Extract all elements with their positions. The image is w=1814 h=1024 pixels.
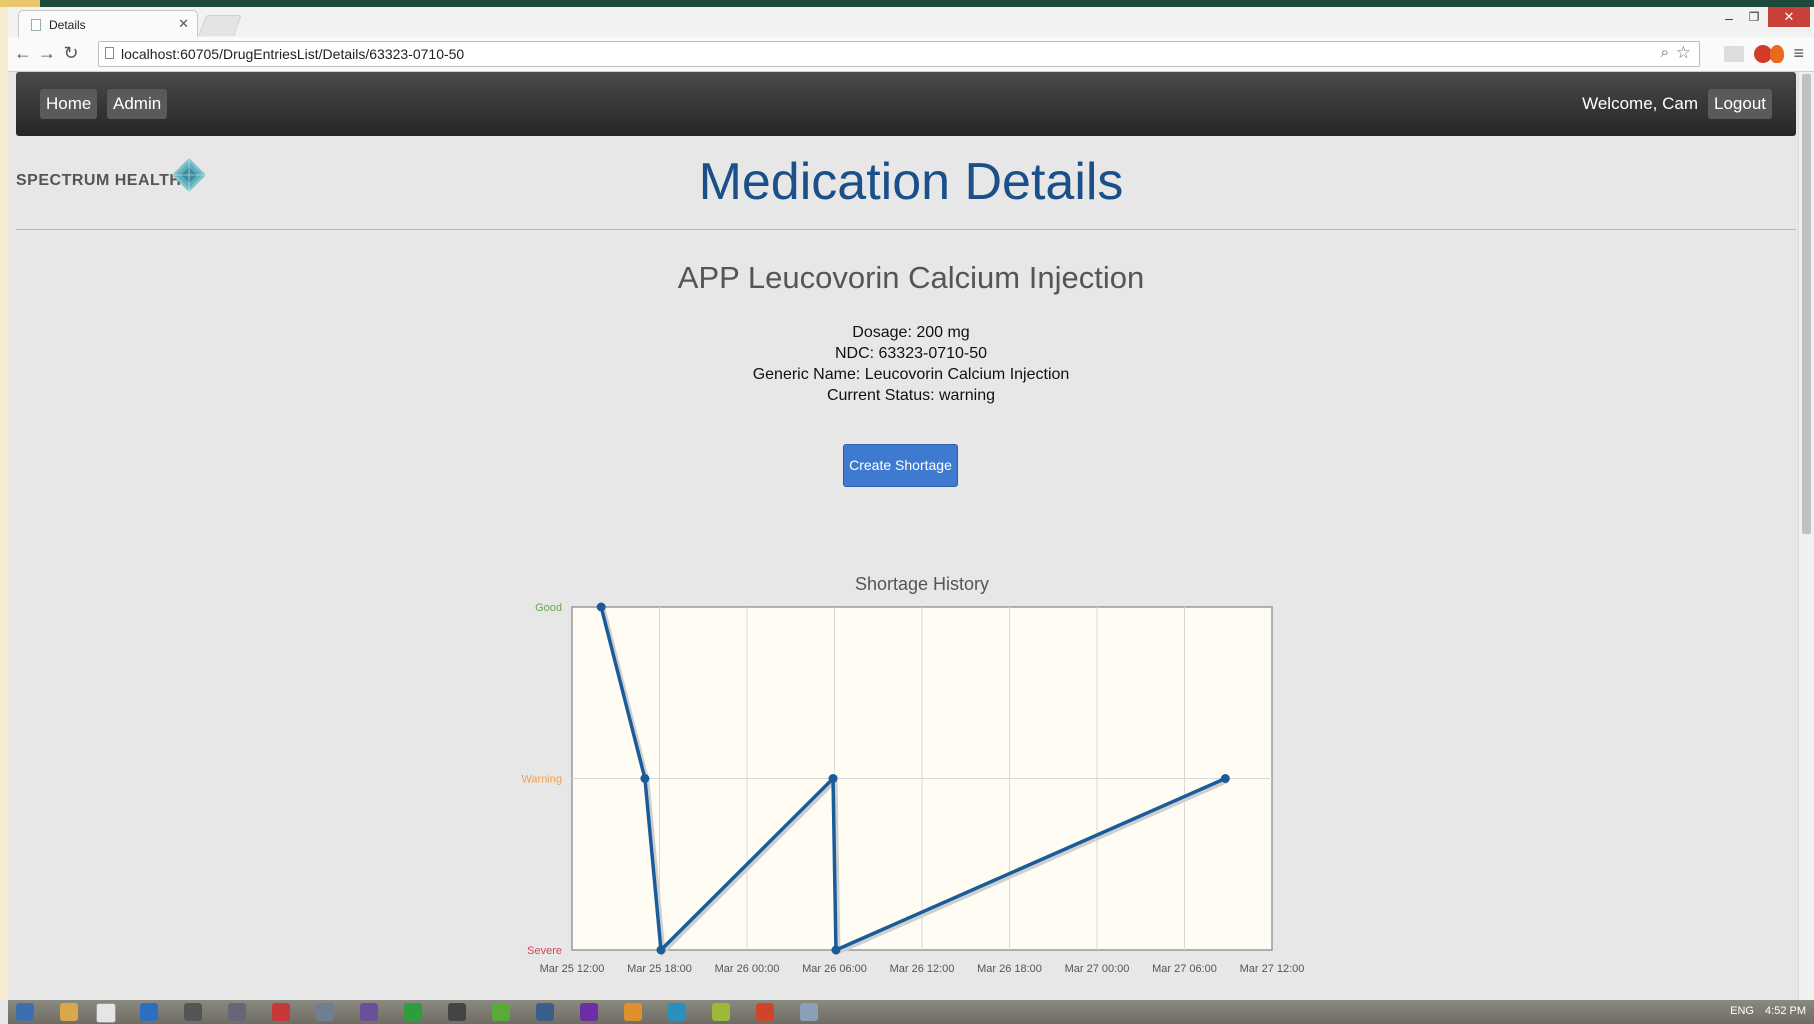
- drug-name: APP Leucovorin Calcium Injection: [677, 260, 1145, 295]
- app-icon-3[interactable]: [228, 1003, 246, 1021]
- chrome-icon[interactable]: [96, 1003, 116, 1023]
- app-icon-6[interactable]: [448, 1003, 466, 1021]
- bookmark-star-icon[interactable]: ☆: [1676, 43, 1691, 63]
- x-tick-label: Mar 27 12:00: [1240, 963, 1305, 975]
- start-icon[interactable]: [16, 1003, 34, 1021]
- page-title: Medication Details: [698, 153, 1124, 211]
- logout-button[interactable]: Logout: [1708, 89, 1772, 119]
- tray-clock[interactable]: 4:52 PM: [1765, 1005, 1806, 1017]
- app-icon-10[interactable]: [712, 1003, 730, 1021]
- data-point: [1220, 774, 1230, 783]
- page-icon: [105, 47, 114, 59]
- x-tick-label: Mar 26 00:00: [715, 963, 780, 975]
- filezilla-icon[interactable]: [272, 1003, 290, 1021]
- new-tab-button[interactable]: [198, 15, 242, 36]
- divider: [16, 229, 1796, 230]
- x-tick-label: Mar 26 12:00: [890, 963, 955, 975]
- y-tick-label: Good: [535, 602, 562, 614]
- y-tick-label: Severe: [527, 945, 562, 957]
- app-icon-5[interactable]: [360, 1003, 378, 1021]
- spotify-icon[interactable]: [404, 1003, 422, 1021]
- desktop-edge: [0, 7, 8, 1000]
- os-taskbar: ENG 4:52 PM: [8, 1000, 1814, 1024]
- restore-icon[interactable]: ❐: [1744, 10, 1764, 30]
- app-icon-7[interactable]: [536, 1003, 554, 1021]
- browser-tab-strip: Details ✕ – ❐ ✕: [8, 7, 1814, 38]
- powerpoint-icon[interactable]: [756, 1003, 774, 1021]
- tab-close-icon[interactable]: ✕: [178, 16, 189, 32]
- site-navbar: Home Admin Welcome, Cam Logout: [16, 72, 1796, 136]
- tab-title: Details: [49, 18, 86, 32]
- chart-title: Shortage History: [855, 574, 989, 594]
- forward-arrow-icon[interactable]: →: [36, 43, 58, 64]
- generic-name-text: Generic Name: Leucovorin Calcium Injecti…: [752, 366, 1070, 383]
- nav-admin-link[interactable]: Admin: [107, 89, 168, 119]
- data-point: [640, 774, 650, 783]
- data-point: [828, 774, 838, 783]
- explorer-icon[interactable]: [60, 1003, 78, 1021]
- tray-language[interactable]: ENG: [1730, 1005, 1754, 1017]
- nav-home-link[interactable]: Home: [40, 89, 98, 119]
- status-text: Current Status: warning: [826, 387, 996, 404]
- data-point: [596, 602, 606, 612]
- y-tick-label: Warning: [521, 774, 562, 786]
- utorrent-icon[interactable]: [492, 1003, 510, 1021]
- welcome-text: Welcome, Cam: [1582, 94, 1698, 113]
- cast-icon[interactable]: [1724, 46, 1744, 62]
- back-arrow-icon[interactable]: ←: [12, 43, 34, 64]
- page-favicon-icon: [31, 19, 41, 31]
- page-scrollbar[interactable]: [1798, 72, 1814, 1000]
- browser-tab-details[interactable]: Details ✕: [18, 10, 198, 38]
- x-tick-label: Mar 25 18:00: [627, 963, 692, 975]
- os-accent-strip: [0, 0, 1814, 7]
- visual-studio-icon[interactable]: [580, 1003, 598, 1021]
- zoom-icon[interactable]: ⌕: [1661, 44, 1669, 61]
- app-icon-9[interactable]: [668, 1003, 686, 1021]
- x-tick-label: Mar 27 06:00: [1152, 963, 1217, 975]
- x-tick-label: Mar 26 18:00: [977, 963, 1042, 975]
- x-tick-label: Mar 26 06:00: [802, 963, 867, 975]
- data-point: [656, 945, 666, 955]
- page-content: Home Admin Welcome, Cam Logout SPECTRUM …: [8, 72, 1814, 1000]
- data-point: [831, 945, 841, 955]
- desktop-corner: [0, 0, 40, 7]
- app-icon-2[interactable]: [184, 1003, 202, 1021]
- dosage-text: Dosage: 200 mg: [852, 324, 970, 341]
- x-tick-label: Mar 25 12:00: [540, 963, 605, 975]
- create-shortage-button[interactable]: Create Shortage: [843, 444, 958, 487]
- browser-menu-icon[interactable]: ≡: [1793, 43, 1804, 64]
- extension-flame-icon[interactable]: [1770, 45, 1784, 63]
- app-icon-1[interactable]: [140, 1003, 158, 1021]
- shortage-history-chart: Shortage History Mar 25 12:00 Mar 25 18:00…: [521, 574, 1305, 975]
- app-icon-4[interactable]: [316, 1003, 334, 1021]
- url-text[interactable]: localhost:60705/DrugEntriesList/Details/…: [121, 46, 464, 62]
- window-close-icon[interactable]: ✕: [1768, 7, 1810, 27]
- app-icon-8[interactable]: [624, 1003, 642, 1021]
- x-tick-label: Mar 27 00:00: [1065, 963, 1130, 975]
- minimize-icon[interactable]: –: [1719, 10, 1739, 30]
- browser-toolbar: ← → ↻ localhost:60705/DrugEntriesList/De…: [8, 37, 1814, 72]
- app-icon-11[interactable]: [800, 1003, 818, 1021]
- ndc-text: NDC: 63323-0710-50: [834, 345, 988, 362]
- reload-icon[interactable]: ↻: [60, 43, 82, 64]
- address-bar[interactable]: localhost:60705/DrugEntriesList/Details/…: [98, 41, 1700, 67]
- scrollbar-thumb[interactable]: [1802, 74, 1811, 534]
